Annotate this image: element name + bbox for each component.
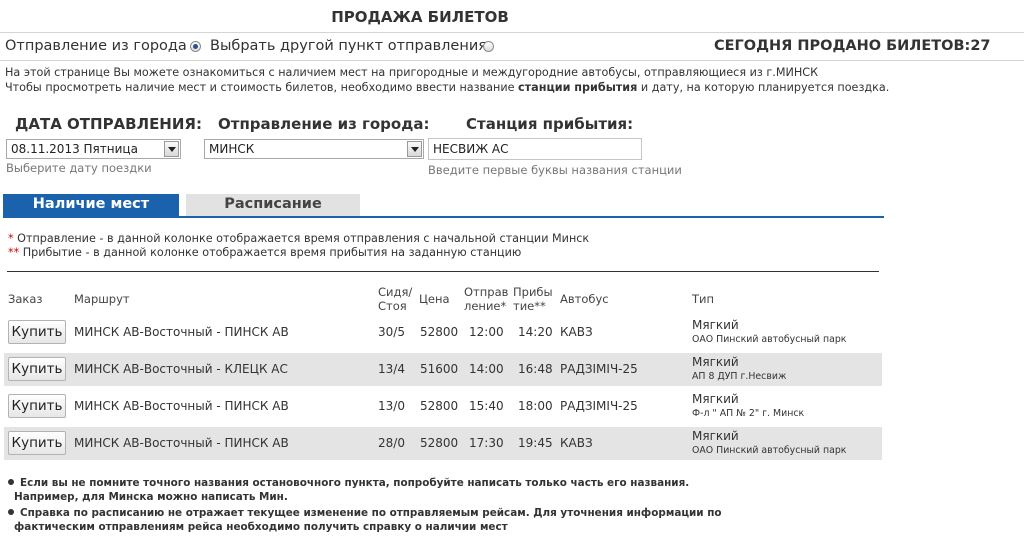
departure-city-radio[interactable]: [190, 41, 201, 52]
chevron-down-icon[interactable]: [407, 141, 422, 157]
intro-line-2: Чтобы просмотреть наличие мест и стоимос…: [5, 81, 890, 94]
price-cell: 52800: [420, 436, 459, 450]
arrival-cell: 19:45: [518, 436, 553, 450]
route-cell: МИНСК АВ-Восточный - ПИНСК АВ: [74, 399, 289, 413]
bullet-icon: [8, 509, 14, 515]
route-cell: МИНСК АВ-Восточный - ПИНСК АВ: [74, 325, 289, 339]
table-row: Купить МИНСК АВ-Восточный - ПИНСК АВ 13/…: [4, 390, 882, 423]
divider: [7, 271, 879, 272]
col-header-type: Тип: [692, 292, 715, 306]
seats-cell: 13/0: [378, 399, 405, 413]
carrier-cell: ОАО Пинский автобусный парк: [692, 445, 847, 456]
route-cell: МИНСК АВ-Восточный - ПИНСК АВ: [74, 436, 289, 450]
bus-cell: РАДЗІМІЧ-25: [560, 362, 638, 376]
departure-cell: 12:00: [469, 325, 504, 339]
table-row: Купить МИНСК АВ-Восточный - ПИНСК АВ 30/…: [4, 316, 882, 349]
footer-note-2: Справка по расписанию не отражает текуще…: [8, 507, 722, 519]
date-select[interactable]: 08.11.2013 Пятница: [6, 139, 181, 159]
departure-city-option-label[interactable]: Отправление из города: [5, 38, 187, 54]
buy-button[interactable]: Купить: [8, 431, 66, 455]
col-header-price: Цена: [419, 292, 450, 306]
type-cell: Мягкий: [692, 355, 739, 369]
carrier-cell: АП 8 ДУП г.Несвиж: [692, 371, 787, 382]
other-departure-option-label[interactable]: Выбрать другой пункт отправления: [210, 38, 487, 54]
date-hint: Выберите дату поездки: [6, 161, 152, 175]
carrier-cell: ОАО Пинский автобусный парк: [692, 334, 847, 345]
type-cell: Мягкий: [692, 392, 739, 406]
footer-note-1: Если вы не помните точного названия оста…: [8, 477, 689, 489]
type-cell: Мягкий: [692, 318, 739, 332]
carrier-cell: Ф-л " АП № 2" г. Минск: [692, 408, 805, 419]
table-row: Купить МИНСК АВ-Восточный - КЛЕЦК АС 13/…: [4, 353, 882, 386]
type-cell: Мягкий: [692, 429, 739, 443]
departure-cell: 14:00: [469, 362, 504, 376]
price-cell: 52800: [420, 399, 459, 413]
tab-availability[interactable]: Наличие мест: [3, 194, 179, 216]
date-select-value: 08.11.2013 Пятница: [11, 142, 138, 156]
buy-button[interactable]: Купить: [8, 357, 66, 381]
footer-note-1-cont: Например, для Минска можно написать Мин.: [14, 491, 288, 503]
buy-button[interactable]: Купить: [8, 394, 66, 418]
table-row: Купить МИНСК АВ-Восточный - ПИНСК АВ 28/…: [4, 427, 882, 460]
station-label: Станция прибытия:: [466, 115, 634, 133]
route-cell: МИНСК АВ-Восточный - КЛЕЦК АС: [74, 362, 288, 376]
price-cell: 51600: [420, 362, 459, 376]
tab-schedule[interactable]: Расписание: [186, 194, 360, 216]
arrival-cell: 16:48: [518, 362, 553, 376]
city-select[interactable]: МИНСК: [204, 139, 424, 159]
date-label: ДАТА ОТПРАВЛЕНИЯ:: [15, 115, 202, 133]
city-label: Отправление из города:: [218, 115, 430, 133]
seats-cell: 13/4: [378, 362, 405, 376]
arrival-cell: 18:00: [518, 399, 553, 413]
tab-underline: [3, 216, 884, 218]
intro-line-1: На этой странице Вы можете ознакомиться …: [5, 66, 819, 79]
col-header-departure: Отправ ление*: [464, 285, 509, 313]
bus-cell: РАДЗІМІЧ-25: [560, 399, 638, 413]
buy-button[interactable]: Купить: [8, 320, 66, 344]
departure-mode-bar: Отправление из города Выбрать другой пун…: [0, 32, 1024, 61]
other-departure-radio[interactable]: [483, 41, 494, 52]
note-departure: * Отправление - в данной колонке отображ…: [8, 232, 590, 245]
bus-cell: КАВЗ: [560, 325, 593, 339]
seats-cell: 30/5: [378, 325, 405, 339]
station-hint: Введите первые буквы названия станции: [428, 163, 682, 177]
station-input[interactable]: [428, 138, 642, 160]
departure-cell: 17:30: [469, 436, 504, 450]
departure-cell: 15:40: [469, 399, 504, 413]
note-arrival: ** Прибытие - в данной колонке отображае…: [8, 246, 522, 259]
page-title: ПРОДАЖА БИЛЕТОВ: [331, 8, 509, 26]
bus-cell: КАВЗ: [560, 436, 593, 450]
chevron-down-icon[interactable]: [164, 141, 179, 157]
col-header-bus: Автобус: [560, 292, 609, 306]
seats-cell: 28/0: [378, 436, 405, 450]
footer-note-2-cont: фактическим отправлениям рейса необходим…: [14, 521, 508, 533]
city-select-value: МИНСК: [209, 142, 255, 156]
col-header-seats: Сидя/Стоя: [378, 285, 413, 313]
arrival-cell: 14:20: [518, 325, 553, 339]
bullet-icon: [8, 479, 14, 485]
col-header-route: Маршрут: [74, 292, 130, 306]
sold-today-counter: СЕГОДНЯ ПРОДАНО БИЛЕТОВ:27: [714, 38, 991, 54]
col-header-arrival: Прибы тие**: [513, 285, 553, 313]
price-cell: 52800: [420, 325, 459, 339]
col-header-order: Заказ: [8, 292, 43, 306]
